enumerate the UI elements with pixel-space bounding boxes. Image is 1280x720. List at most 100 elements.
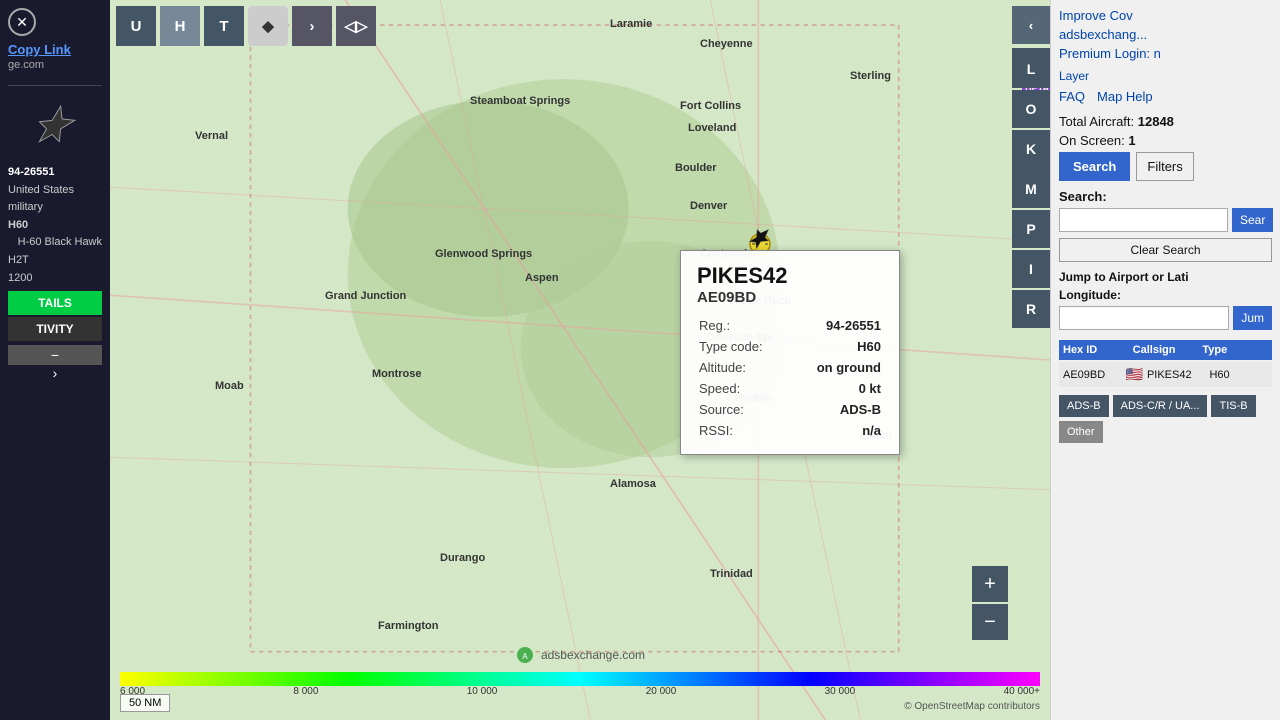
on-screen-row: On Screen: 1 [1059,133,1272,148]
registration: 94-26551 [8,164,102,182]
alt-value: on ground [798,358,881,377]
search-input[interactable] [1059,208,1228,232]
transponder: H2T [8,252,102,270]
source-btn-ads-c-r---ua---[interactable]: ADS-C/R / UA... [1113,395,1208,417]
source-buttons: ADS-BADS-C/R / UA...TIS-B Other [1059,395,1272,443]
callsign-cell: PIKES42 [1147,369,1206,381]
color-label: 20 000 [646,686,677,697]
toolbar-btn-split[interactable]: ◁▷ [336,6,376,46]
copy-link[interactable]: Copy Link [8,42,102,57]
zoom-in-button[interactable]: + [972,566,1008,602]
country: United States [8,182,102,200]
reg-value: 94-26551 [798,316,881,335]
letter-btn-p[interactable]: P [1012,210,1050,248]
jump-to-label: Jump to Airport or Lati [1059,270,1272,284]
color-label: 10 000 [467,686,498,697]
letter-btn-o[interactable]: O [1012,90,1050,128]
jump-input[interactable] [1059,306,1229,330]
adsbexchange-link[interactable]: adsbexchang... [1059,27,1272,42]
search-section-label: Search: [1059,189,1272,204]
letter-btn-r[interactable]: R [1012,290,1050,328]
total-aircraft-label: Total Aircraft: [1059,114,1134,129]
category: military [8,199,102,217]
toolbar-btn-h[interactable]: H [160,6,200,46]
speed-value: 0 kt [798,379,881,398]
left-info: 94-26551 United States military H60 H-60… [8,164,102,287]
toolbar-btn-u[interactable]: U [116,6,156,46]
toolbar-btn-t[interactable]: T [204,6,244,46]
total-aircraft-row: Total Aircraft: 12848 [1059,114,1272,129]
search-filter-row: Search Filters [1059,152,1272,181]
jump-button[interactable]: Jum [1233,306,1272,330]
type-value: H60 [798,337,881,356]
arrow-button[interactable]: › [8,365,102,381]
color-label: 8 000 [293,686,318,697]
type-cell: H60 [1209,369,1268,381]
on-screen-value: 1 [1128,133,1135,148]
faq-row: FAQ Map Help [1059,89,1272,104]
jump-row: Jum [1059,306,1272,330]
map-help-link[interactable]: Map Help [1097,89,1153,104]
popup-callsign: PIKES42 [697,263,883,289]
letter-btn-l[interactable]: L [1012,50,1050,88]
reg-label: Reg.: [699,316,796,335]
improve-cov-link[interactable]: Improve Cov [1059,8,1272,23]
letter-btn-m[interactable]: M [1012,170,1050,208]
on-screen-label: On Screen: [1059,133,1125,148]
details-button[interactable]: TAILS [8,291,102,315]
search-main-button[interactable]: Search [1059,152,1130,181]
table-header: Hex IDCallsignType [1059,340,1272,360]
longitude-label: Longitude: [1059,288,1272,302]
zoom-out-button[interactable]: − [972,604,1008,640]
letter-btn-i[interactable]: I [1012,250,1050,288]
zoom-buttons: + − [972,566,1008,640]
top-toolbar: U H T ◆ › ◁▷ [116,6,376,46]
faq-link[interactable]: FAQ [1059,89,1085,104]
source-label: Source: [699,400,796,419]
filters-button[interactable]: Filters [1136,152,1193,181]
table-rows-container: AE09BD 🇺🇸 PIKES42H60 [1059,362,1272,387]
aircraft-popup: PIKES42 AE09BD Reg.: 94-26551 Type code:… [680,250,900,455]
map-area[interactable]: LaramieCheyenneSterlingSteamboat Springs… [110,0,1050,720]
letter-btn-k[interactable]: K [1012,130,1050,168]
left-panel: ✕ Copy Link ge.com 94-26551 United State… [0,0,110,720]
speed-label: Speed: [699,379,796,398]
total-aircraft-value: 12848 [1138,114,1174,129]
table-header-hex-id: Hex ID [1063,344,1129,356]
source-btn-ads-b[interactable]: ADS-B [1059,395,1109,417]
svg-text:A: A [522,652,528,661]
flag-icon: 🇺🇸 [1126,366,1143,383]
layer-link[interactable]: Layer [1059,69,1272,83]
color-label: 40 000+ [1004,686,1040,697]
minimize-button[interactable]: − [8,345,102,365]
source-btn-other[interactable]: Other [1059,421,1103,443]
close-button[interactable]: ✕ [8,8,36,36]
domain-text: ge.com [8,59,102,71]
source-btn-tis-b[interactable]: TIS-B [1211,395,1255,417]
type-name: H-60 Black Hawk [8,234,102,252]
toolbar-btn-next[interactable]: › [292,6,332,46]
table-header-type: Type [1202,344,1268,356]
premium-login[interactable]: Premium Login: n [1059,46,1272,61]
toolbar-btn-layers[interactable]: ◆ [248,6,288,46]
letter-buttons: LOKMPIR [1012,50,1050,328]
activity-button[interactable]: TIVITY [8,317,102,341]
attribution: © OpenStreetMap contributors [904,701,1040,712]
source-value: ADS-B [798,400,881,419]
search-go-button[interactable]: Sear [1232,208,1273,232]
back-button[interactable]: ‹ [1012,6,1050,44]
right-panel: Improve Cov adsbexchang... Premium Login… [1050,0,1280,720]
map-background [110,0,1050,720]
watermark-text: adsbexchange.com [541,648,645,662]
color-bar: 6 0008 00010 00020 00030 00040 000+ [110,672,1050,690]
rssi-label: RSSI: [699,421,796,440]
clear-search-button[interactable]: Clear Search [1059,238,1272,262]
hex-cell: AE09BD [1063,369,1122,381]
color-labels: 6 0008 00010 00020 00030 00040 000+ [120,686,1040,697]
aircraft-icon [25,96,85,156]
squawk: 1200 [8,270,102,288]
watermark: A adsbexchange.com [515,645,645,665]
attribution-text: © OpenStreetMap contributors [904,701,1040,712]
table-row[interactable]: AE09BD 🇺🇸 PIKES42H60 [1059,362,1272,387]
popup-hexid: AE09BD [697,289,883,306]
